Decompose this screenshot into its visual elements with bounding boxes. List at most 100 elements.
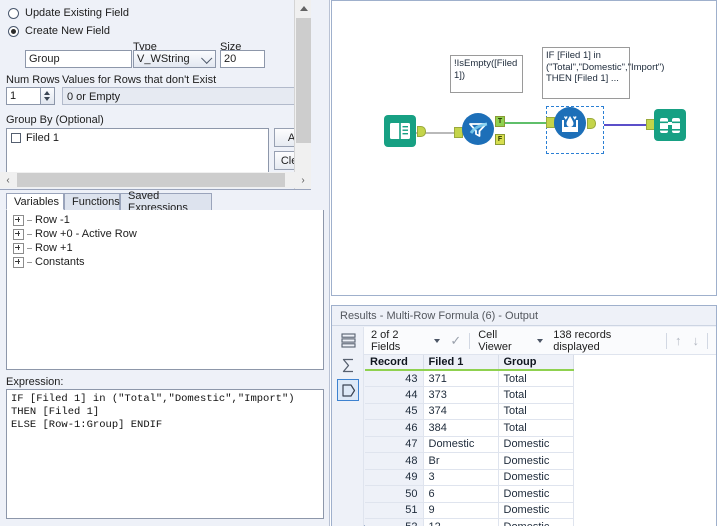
arrow-down-icon[interactable]: ↓: [693, 333, 700, 348]
scroll-up-button[interactable]: [295, 0, 311, 17]
tree-node-row-plus-0[interactable]: Row +0 - Active Row: [7, 227, 323, 241]
column-header-group[interactable]: Group: [498, 355, 574, 371]
tool-multi-row-formula[interactable]: [554, 107, 596, 139]
checkbox-filed-1[interactable]: [11, 133, 21, 143]
table-row[interactable]: 43 371 Total: [365, 370, 574, 387]
output-anchor[interactable]: [417, 126, 426, 137]
field-type-select[interactable]: V_WString: [133, 50, 216, 68]
cell-filed-1: 6: [423, 485, 499, 503]
table-row[interactable]: 50 6 Domestic: [365, 485, 574, 503]
expression-editor[interactable]: IF [Filed 1] in ("Total","Domestic","Imp…: [6, 389, 324, 519]
num-rows-spinner-buttons[interactable]: [40, 88, 54, 104]
cell-record: 48: [365, 452, 424, 470]
expand-icon[interactable]: [13, 242, 24, 254]
cell-filed-1: Br: [423, 452, 499, 470]
tab-saved-expressions[interactable]: Saved Expressions: [120, 190, 212, 214]
filter-tool-body[interactable]: [462, 113, 494, 145]
fields-selector-label[interactable]: 2 of 2 Fields: [371, 329, 429, 353]
wire-filter-true-to-formula: [504, 122, 552, 124]
browse-tool-body[interactable]: [654, 109, 686, 141]
record-shape-icon[interactable]: [337, 379, 359, 401]
configuration-panel: Update Existing Field Create New Field T…: [0, 0, 330, 526]
sigma-icon[interactable]: [337, 354, 359, 376]
cell-filed-1: 9: [423, 502, 499, 519]
cell-filed-1: 12: [423, 518, 499, 526]
annotation-filter-expression[interactable]: !IsEmpty([Filed 1]): [450, 55, 523, 93]
expand-icon[interactable]: [13, 228, 24, 240]
table-row[interactable]: 44 373 Total: [365, 386, 574, 404]
filter-icon: [469, 122, 488, 137]
results-grid[interactable]: Record Filed 1 Group 43 371 Total 44 373 Tot…: [365, 355, 716, 526]
cell-filed-1: 374: [423, 403, 499, 420]
multi-row-formula-tool-body[interactable]: [554, 107, 586, 139]
tool-filter[interactable]: T F: [462, 113, 505, 145]
tab-variables[interactable]: Variables: [6, 193, 64, 210]
annotation-formula-expression[interactable]: IF [Filed 1] in ("Total","Domestic","Imp…: [542, 47, 664, 99]
results-toolbar: 2 of 2 Fields ✓ Cell Viewer 138 records …: [332, 327, 716, 355]
expression-tabs: Variables Functions Saved Expressions: [0, 190, 330, 214]
field-size-input[interactable]: 20: [220, 50, 265, 68]
values-rows-label: Values for Rows that don't Exist: [62, 74, 217, 86]
radio-update-existing-indicator: [8, 7, 19, 19]
variables-tree[interactable]: Row -1 Row +0 - Active Row Row +1 Consta…: [6, 210, 324, 370]
column-header-filed-1[interactable]: Filed 1: [423, 355, 499, 371]
table-row[interactable]: 5212Domestic: [365, 518, 574, 526]
scroll-left-button[interactable]: ‹: [0, 172, 16, 188]
config-vertical-scrollbar[interactable]: [294, 0, 311, 189]
table-row[interactable]: 45 374 Total: [365, 403, 574, 420]
field-name-input[interactable]: Group: [25, 50, 132, 68]
radio-create-new-field[interactable]: Create New Field: [8, 25, 110, 37]
cell-group: Domestic: [498, 436, 574, 453]
spinner-down-icon[interactable]: [44, 97, 50, 101]
cell-group: Domestic: [498, 452, 574, 470]
checkmark-icon[interactable]: ✓: [450, 334, 461, 347]
table-row[interactable]: 47 Domestic Domestic: [365, 436, 574, 453]
cell-record: 47: [365, 436, 424, 453]
group-by-list[interactable]: Filed 1: [6, 128, 269, 173]
tree-node-row-minus-1[interactable]: Row -1: [7, 213, 323, 227]
num-rows-stepper[interactable]: 1: [6, 87, 55, 105]
scroll-right-button[interactable]: ›: [295, 172, 311, 188]
cell-record: 43: [365, 370, 424, 387]
table-row[interactable]: 48 Br Domestic: [365, 452, 574, 470]
radio-update-existing-field[interactable]: Update Existing Field: [8, 7, 129, 19]
chevron-down-icon[interactable]: [537, 338, 544, 343]
input-data-tool-body[interactable]: [384, 115, 416, 147]
filter-false-port[interactable]: F: [495, 134, 505, 145]
column-header-record[interactable]: Record: [365, 355, 424, 371]
filter-true-port[interactable]: T: [495, 116, 505, 127]
results-panel: Results - Multi-Row Formula (6) - Output…: [331, 305, 717, 526]
cell-group: Total: [498, 370, 574, 387]
hscrollbar-thumb[interactable]: [17, 173, 285, 187]
spinner-up-icon[interactable]: [44, 91, 50, 95]
tool-input-data[interactable]: [384, 115, 426, 147]
results-sidebar: [332, 327, 364, 526]
num-rows-value: 1: [10, 90, 17, 102]
arrow-up-icon[interactable]: ↑: [675, 333, 682, 348]
expand-icon[interactable]: [13, 256, 24, 268]
tree-node-constants[interactable]: Constants: [7, 255, 323, 269]
expand-icon[interactable]: [13, 214, 24, 226]
cell-group: Total: [498, 386, 574, 404]
cell-viewer-label[interactable]: Cell Viewer: [478, 329, 532, 353]
cell-record: 52: [365, 518, 424, 526]
values-rows-dropdown[interactable]: 0 or Empty: [62, 87, 305, 105]
table-list-icon[interactable]: [337, 329, 359, 351]
cell-group: Domestic: [498, 518, 574, 526]
cell-filed-1: 3: [423, 469, 499, 486]
tab-functions[interactable]: Functions: [64, 193, 120, 210]
tool-browse[interactable]: [654, 109, 686, 141]
chevron-down-icon: [201, 52, 213, 64]
cell-group: Domestic: [498, 502, 574, 519]
list-item[interactable]: Filed 1: [7, 129, 268, 144]
workflow-canvas[interactable]: T F !IsEmpty([Filed 1]) IF [Filed 1] in …: [331, 0, 717, 296]
table-row[interactable]: 46 384 Total: [365, 419, 574, 437]
table-row[interactable]: 51 9 Domestic: [365, 502, 574, 519]
num-rows-label: Num Rows: [6, 74, 60, 86]
formula-output-anchor[interactable]: [587, 118, 596, 129]
scrollbar-thumb[interactable]: [296, 18, 311, 143]
table-row[interactable]: 49 3 Domestic: [365, 469, 574, 486]
config-horizontal-scrollbar[interactable]: ‹ ›: [0, 172, 311, 188]
chevron-down-icon[interactable]: [434, 338, 441, 343]
tree-node-row-plus-1[interactable]: Row +1: [7, 241, 323, 255]
